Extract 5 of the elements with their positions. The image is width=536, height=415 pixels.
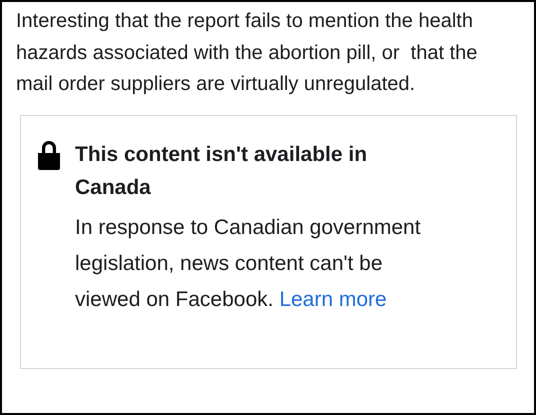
notice-text: In response to Canadian government legislation, news content can't be viewed on Facebook. Learn more (75, 214, 422, 312)
comment-text: Interesting that the report fails to mention the health hazards associated with the abortion pill, or that the mail order suppliers are virtually unregulated. (16, 9, 478, 97)
notice-title: This content isn't available in Canada (75, 142, 368, 200)
lock-icon (37, 140, 61, 170)
learn-more-link[interactable]: Learn more (279, 288, 387, 310)
